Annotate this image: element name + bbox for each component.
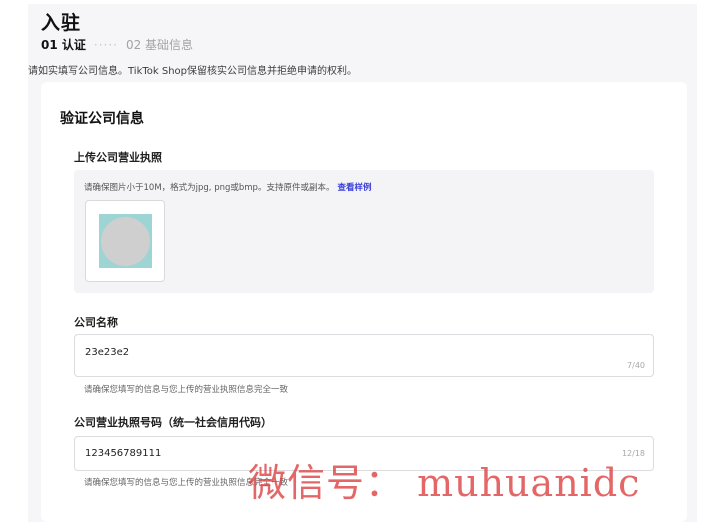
step-separator: ····· (93, 37, 118, 52)
company-name-value: 23e23e2 (85, 347, 130, 358)
step-2-basic-info: 02 基础信息 (125, 38, 194, 52)
company-name-input[interactable]: 23e23e2 7/40 (74, 334, 654, 377)
license-upload-label: 上传公司营业执照 (74, 151, 162, 164)
page-title: 入驻 (41, 12, 82, 34)
step-indicator: 01 认证 ····· 02 基础信息 (41, 36, 193, 53)
license-thumbnail[interactable] (85, 200, 165, 282)
company-name-hint: 请确保您填写的信息与您上传的营业执照信息完全一致 (84, 385, 289, 395)
image-placeholder-icon (101, 217, 150, 266)
upload-hint-text: 请确保图片小于10M，格式为jpg, png或bmp。支持原件或副本。 (84, 183, 335, 193)
license-image (99, 214, 152, 268)
license-number-value: 123456789111 (85, 448, 162, 459)
section-title: 验证公司信息 (60, 111, 144, 127)
step-1-certify: 01 认证 (41, 38, 86, 52)
page-notice: 请如实填写公司信息。TikTok Shop保留核实公司信息并拒绝申请的权利。 (28, 66, 358, 77)
view-sample-link[interactable]: 查看样例 (337, 183, 371, 193)
watermark-text: 微信号： muhuanidc (248, 461, 641, 505)
company-name-label: 公司名称 (74, 316, 118, 329)
company-name-counter: 7/40 (627, 361, 645, 370)
license-number-label: 公司营业执照号码（统一社会信用代码） (74, 416, 272, 429)
upload-hint: 请确保图片小于10M，格式为jpg, png或bmp。支持原件或副本。 查看样例 (84, 181, 371, 193)
